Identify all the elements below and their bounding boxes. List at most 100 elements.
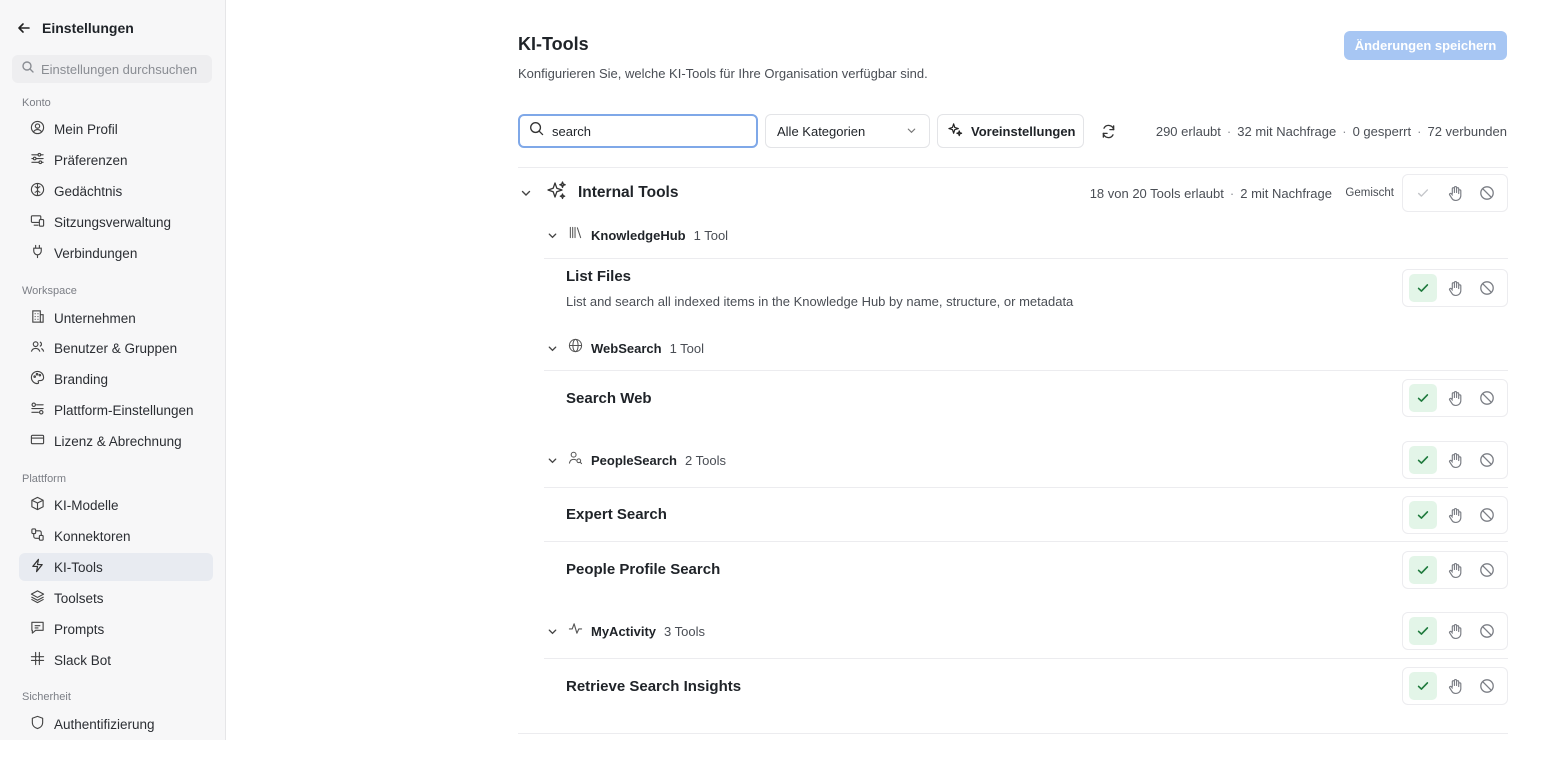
category-select[interactable]: Alle Kategorien [765,114,930,148]
presets-button[interactable]: Voreinstellungen [937,114,1084,148]
allow-check-icon[interactable] [1409,179,1437,207]
subgroup-name: MyActivity [591,623,657,639]
block-icon[interactable] [1473,274,1501,302]
subgroup-permission-controls [1402,612,1508,650]
group-title: Internal Tools [578,184,679,201]
sidebar-item-gedaechtnis[interactable]: Gedächtnis [19,177,213,205]
stat-ask: 32 mit Nachfrage [1237,124,1337,139]
subgroup-name: PeopleSearch [591,452,677,468]
sidebar-item-plattform-einstellungen[interactable]: Plattform-Einstellungen [19,396,213,424]
allow-check-icon[interactable] [1409,384,1437,412]
block-icon[interactable] [1473,617,1501,645]
connector-icon [30,527,45,545]
sidebar-item-label: Konnektoren [54,528,131,544]
section-label-sicherheit: Sicherheit [22,691,71,703]
tool-name: Retrieve Search Insights [566,678,742,695]
ask-hand-icon[interactable] [1441,501,1469,529]
block-icon[interactable] [1473,556,1501,584]
ask-hand-icon[interactable] [1441,617,1469,645]
chevron-down-icon[interactable] [544,227,560,243]
settings-icon [30,401,45,419]
user-circle-icon [30,120,45,138]
divider [544,258,1508,259]
zap-icon [30,558,45,576]
divider [518,733,1508,734]
chevron-down-icon[interactable] [544,623,560,639]
stat-separator: · [1417,124,1422,139]
sliders-icon [30,151,45,169]
divider [544,658,1508,659]
save-changes-button[interactable]: Änderungen speichern [1344,31,1507,60]
tool-search-box[interactable] [518,114,758,148]
chevron-down-icon[interactable] [518,185,534,201]
block-icon[interactable] [1473,446,1501,474]
tool-search-input[interactable] [552,123,742,139]
sidebar-item-prompts[interactable]: Prompts [19,615,213,643]
settings-search-input[interactable] [41,61,201,77]
allow-check-icon[interactable] [1409,556,1437,584]
allow-check-icon[interactable] [1409,446,1437,474]
stat-separator: · [1342,124,1347,139]
page-title: KI-Tools [518,34,589,54]
allow-check-icon[interactable] [1409,274,1437,302]
ask-hand-icon[interactable] [1441,274,1469,302]
sidebar-item-ki-modelle[interactable]: KI-Modelle [19,491,213,519]
group-state-label: Gemischt [1345,187,1394,199]
sidebar-item-verbindungen[interactable]: Verbindungen [19,239,213,267]
block-icon[interactable] [1473,384,1501,412]
sidebar-item-slack-bot[interactable]: Slack Bot [19,646,213,674]
sidebar-item-sitzungsverwaltung[interactable]: Sitzungsverwaltung [19,208,213,236]
tool-permission-controls [1402,379,1508,417]
palette-icon [30,370,45,388]
sidebar-item-label: Plattform-Einstellungen [54,402,194,418]
sidebar-item-mein-profil[interactable]: Mein Profil [19,115,213,143]
sidebar-item-praeferenzen[interactable]: Präferenzen [19,146,213,174]
allow-check-icon[interactable] [1409,672,1437,700]
group-allowed-summary: 18 von 20 Tools erlaubt [1089,186,1224,201]
subgroup-knowledgehub: KnowledgeHub 1 Tool [544,224,728,246]
group-permission-controls [1402,174,1508,212]
sidebar-item-ki-tools[interactable]: KI-Tools [19,553,213,581]
allow-check-icon[interactable] [1409,617,1437,645]
divider [544,487,1508,488]
back-arrow-icon[interactable] [16,20,32,36]
settings-search[interactable] [12,55,212,83]
ask-hand-icon[interactable] [1441,446,1469,474]
globe-icon [568,338,583,358]
tool-permission-controls [1402,496,1508,534]
search-icon [529,121,544,141]
chevron-down-icon[interactable] [544,340,560,356]
divider [544,370,1508,371]
ask-hand-icon[interactable] [1441,179,1469,207]
subgroup-websearch: WebSearch 1 Tool [544,337,704,359]
sidebar-item-lizenz-abrechnung[interactable]: Lizenz & Abrechnung [19,427,213,455]
divider [518,167,1508,168]
tool-stats: 290 erlaubt · 32 mit Nachfrage · 0 gespe… [1156,124,1507,139]
sidebar-item-toolsets[interactable]: Toolsets [19,584,213,612]
refresh-icon[interactable] [1098,121,1118,141]
group-summary: 18 von 20 Tools erlaubt · 2 mit Nachfrag… [1090,186,1332,201]
tool-name: People Profile Search [566,561,721,578]
sidebar-item-konnektoren[interactable]: Konnektoren [19,522,213,550]
ask-hand-icon[interactable] [1441,672,1469,700]
chevron-down-icon[interactable] [544,452,560,468]
block-icon[interactable] [1473,179,1501,207]
sidebar-item-benutzer-gruppen[interactable]: Benutzer & Gruppen [19,334,213,362]
allow-check-icon[interactable] [1409,501,1437,529]
sidebar-item-unternehmen[interactable]: Unternehmen [19,304,213,332]
ask-hand-icon[interactable] [1441,384,1469,412]
block-icon[interactable] [1473,672,1501,700]
sidebar-item-label: Lizenz & Abrechnung [54,433,182,449]
group-ask-summary: 2 mit Nachfrage [1240,186,1332,201]
subgroup-peoplesearch: PeopleSearch 2 Tools [544,449,726,471]
sidebar-header: Einstellungen [16,18,134,38]
devices-icon [30,213,45,231]
stat-allowed: 290 erlaubt [1155,124,1221,139]
section-label-konto: Konto [22,97,51,109]
ask-hand-icon[interactable] [1441,556,1469,584]
sidebar-item-authentifizierung[interactable]: Authentifizierung [19,710,213,738]
block-icon[interactable] [1473,501,1501,529]
person-search-icon [568,450,583,470]
sidebar-item-branding[interactable]: Branding [19,365,213,393]
sidebar-item-label: KI-Modelle [54,497,119,513]
